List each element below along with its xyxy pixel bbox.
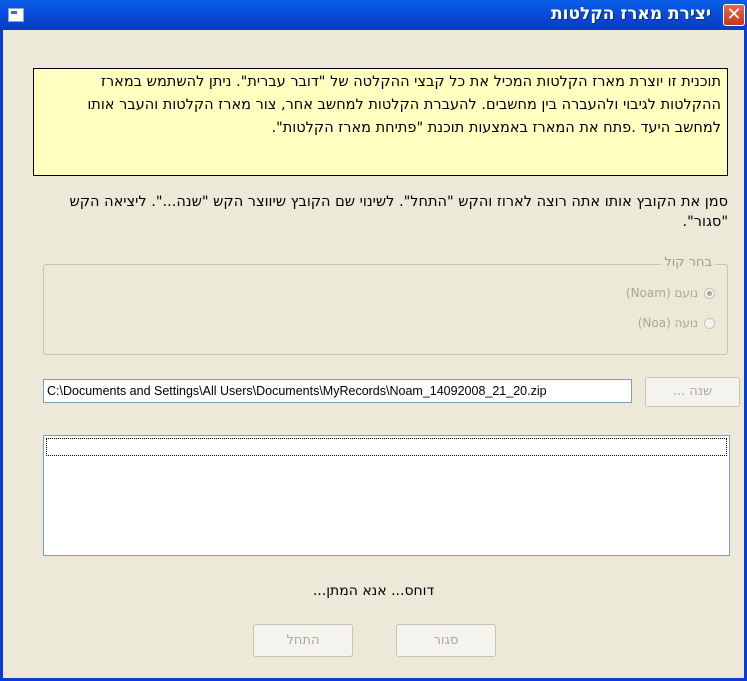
title-bar[interactable]: יצירת מארז הקלטות ✕ [0,0,747,30]
file-path-text: C:\Documents and Settings\All Users\Docu… [47,384,547,398]
archive-dialog-window: יצירת מארז הקלטות ✕ תוכנית זו יוצרת מארז… [0,0,747,681]
radio-label-noa: נועה (Noa) [637,316,698,330]
voice-group-legend: בחר קול [661,255,715,270]
close-window-button[interactable]: ✕ [723,4,745,26]
window-title: יצירת מארז הקלטות [551,4,711,24]
file-path-field[interactable]: C:\Documents and Settings\All Users\Docu… [43,379,632,403]
radio-label-noam: נועם (Noam) [625,286,698,300]
radio-option-noam[interactable]: נועם (Noam) [626,286,715,300]
instructions-text: סמן את הקובץ אותו אתה רוצה לארוז והקש "ה… [69,194,728,230]
status-text: דוחס... אנא המתן... [312,583,435,599]
close-button[interactable]: סגור [396,624,496,657]
start-button[interactable]: התחל [253,624,353,657]
voice-groupbox: בחר קול נועם (Noam) נועה (Noa) [43,255,728,355]
app-icon [8,8,24,22]
radio-option-noa[interactable]: נועה (Noa) [638,316,715,330]
radio-button-noam[interactable] [704,287,715,299]
radio-button-noa[interactable] [704,317,715,329]
file-listbox[interactable] [43,435,730,556]
info-message: תוכנית זו יוצרת מארז הקלטות המכיל את כל … [33,68,728,176]
list-focus-item[interactable] [46,438,727,456]
change-button[interactable]: שנה ... [645,377,740,407]
